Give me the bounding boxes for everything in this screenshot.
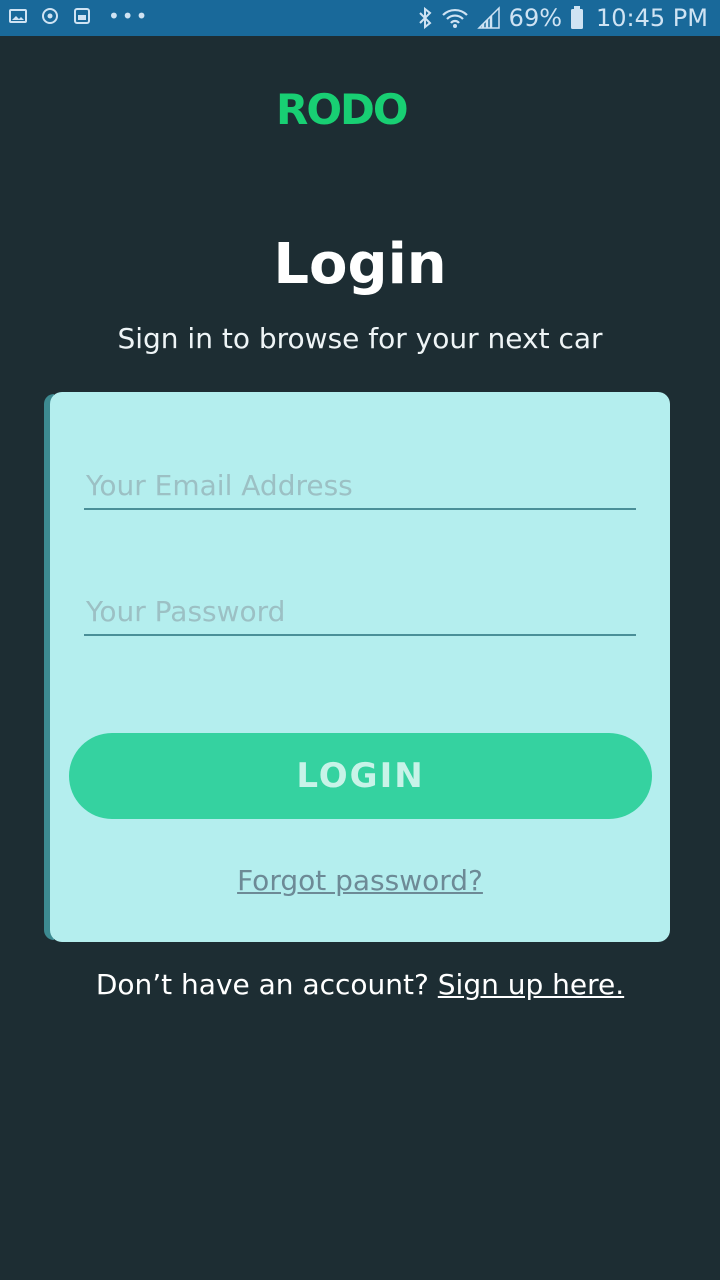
password-input[interactable] [84,588,638,634]
forgot-password-row: Forgot password? [0,864,720,897]
rodo-logo: RODO [276,85,409,134]
overflow-dots: ••• [108,4,150,28]
password-field[interactable] [84,588,638,636]
signal-icon [476,6,500,29]
wifi-icon [441,8,468,28]
login-button[interactable]: LOGIN [69,733,652,819]
battery-percent: 69% [508,4,563,32]
signup-row: Don’t have an account? Sign up here. [0,968,720,1001]
signup-link[interactable]: Sign up here. [438,968,624,1001]
svg-text:RODO: RODO [276,85,407,134]
bluetooth-icon [418,6,432,30]
battery-icon [571,6,584,29]
forgot-password-link[interactable]: Forgot password? [237,864,483,897]
email-field[interactable] [84,462,638,510]
email-input[interactable] [84,462,638,508]
page-title: Login [273,232,447,297]
image-icon [9,9,27,23]
status-bar: ••• 69% 10:45 PM [0,0,720,36]
sync-icon [42,8,58,24]
page-subtitle: Sign in to browse for your next car [117,322,603,355]
signup-prompt: Don’t have an account? [95,968,429,1001]
clock: 10:45 PM [596,4,708,32]
screenshot-icon [74,8,90,24]
